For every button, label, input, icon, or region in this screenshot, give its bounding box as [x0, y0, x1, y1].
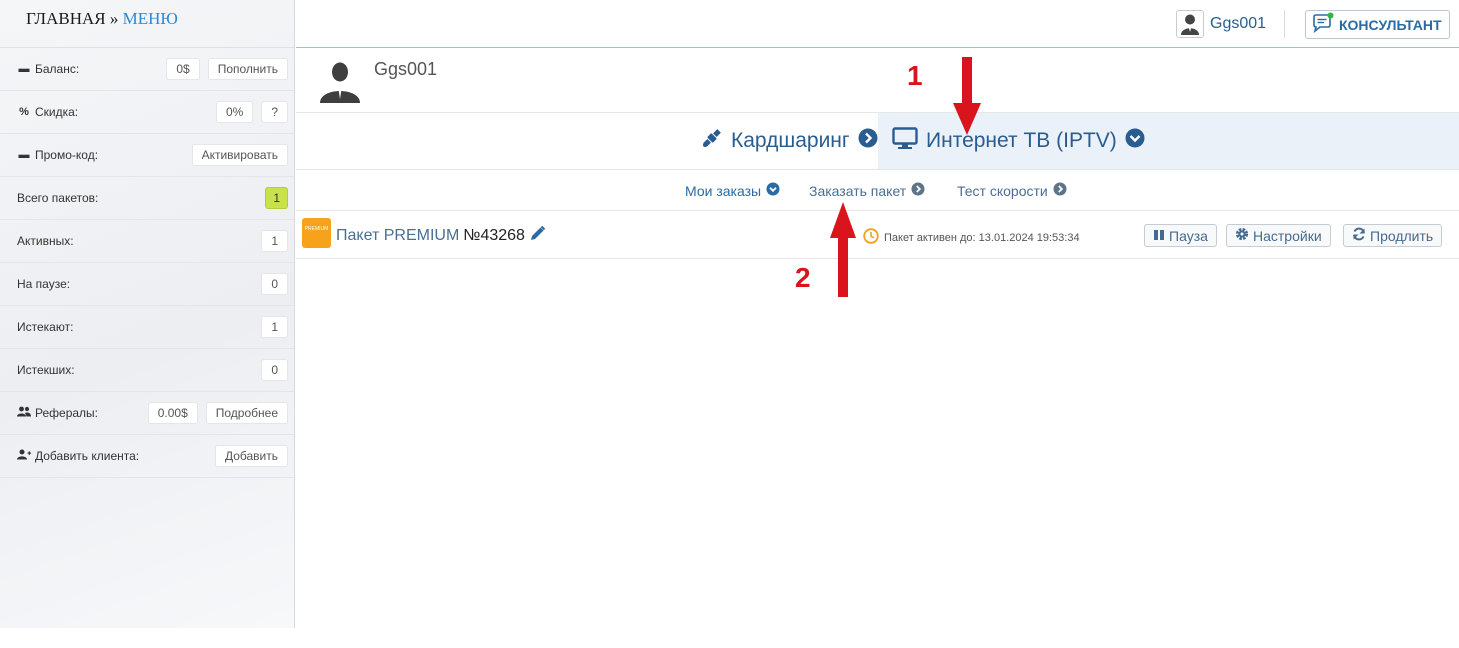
- package-status-text: Пакет активен до: 13.01.2024 19:53:34: [884, 231, 1080, 244]
- tab-speed-test[interactable]: Тест скорости: [957, 182, 1067, 199]
- tab-my-orders-label: Мои заказы: [685, 182, 762, 199]
- expiring-row: Истекают: 1: [0, 306, 294, 349]
- gear-icon: [1235, 227, 1249, 244]
- pencil-icon[interactable]: [529, 225, 546, 247]
- package-title: Пакет PREMIUM №43268: [336, 225, 546, 247]
- sidebar-header: ГЛАВНАЯ » МЕНЮ: [0, 0, 294, 48]
- chevron-right-circle-icon: [911, 182, 925, 199]
- discount-value: 0%: [215, 101, 254, 123]
- balance-label: Баланс:: [35, 62, 80, 76]
- extend-button[interactable]: Продлить: [1343, 224, 1443, 247]
- package-name: Пакет PREMIUM: [336, 227, 460, 244]
- user-menu[interactable]: Ggs001: [1176, 10, 1266, 38]
- tab-order-package-label: Заказать пакет: [809, 182, 907, 199]
- menu-link[interactable]: МЕНЮ: [123, 9, 178, 28]
- discount-label: Скидка:: [35, 105, 79, 119]
- annotation-arrow-down: [953, 57, 981, 135]
- tab-cardsharing[interactable]: Кардшаринг: [689, 113, 890, 169]
- clock-icon: [863, 228, 879, 247]
- referrals-row: Рефералы: 0.00$ Подробнее: [0, 392, 294, 435]
- total-packages-label: Всего пакетов:: [17, 191, 99, 205]
- add-client-row: Добавить клиента: Добавить: [0, 435, 294, 478]
- service-tabs: Кардшаринг Интернет ТВ (IPTV): [296, 113, 1459, 170]
- package-status: Пакет активен до: 13.01.2024 19:53:34: [863, 228, 1080, 247]
- username: Ggs001: [1210, 15, 1267, 32]
- user-avatar-icon: [1176, 10, 1204, 38]
- chevron-down-circle-icon: [1125, 128, 1145, 154]
- settings-button[interactable]: Настройки: [1226, 224, 1331, 247]
- package-number: №43268: [463, 227, 525, 244]
- consultant-button[interactable]: КОНСУЛЬТАНТ: [1305, 10, 1450, 39]
- discount-row: % Скидка: 0% ?: [0, 91, 294, 134]
- wallet-icon: ▬: [18, 63, 30, 75]
- active-label: Активных:: [17, 234, 74, 248]
- chevron-right-circle-icon: [1053, 182, 1067, 199]
- active-row: Активных: 1: [0, 220, 294, 263]
- package-row: PREMIUM Пакет PREMIUM №43268 Пакет актив…: [296, 211, 1459, 259]
- profile-avatar-icon: [318, 61, 362, 108]
- sub-tabs: Мои заказы Заказать пакет Тест скорости: [296, 170, 1459, 211]
- consultant-label: КОНСУЛЬТАНТ: [1339, 16, 1442, 33]
- paused-label: На паузе:: [17, 277, 71, 291]
- total-packages-badge: 1: [265, 187, 288, 209]
- home-link[interactable]: ГЛАВНАЯ »: [26, 9, 118, 28]
- profile-name: Ggs001: [374, 59, 438, 79]
- profile-header: Ggs001: [296, 48, 1459, 113]
- users-icon: [17, 406, 31, 420]
- divider: [1284, 10, 1285, 38]
- expiring-label: Истекают:: [17, 320, 74, 334]
- sidebar: ГЛАВНАЯ » МЕНЮ ▬ Баланс: 0$ Пополнить % Ск…: [0, 0, 295, 628]
- chevron-down-circle-icon: [766, 182, 780, 199]
- pause-icon: [1153, 228, 1165, 244]
- expired-row: Истекших: 0: [0, 349, 294, 392]
- premium-package-icon: PREMIUM: [302, 218, 331, 248]
- premium-package-icon-text: PREMIUM: [304, 226, 329, 232]
- extend-label: Продлить: [1370, 227, 1434, 244]
- pause-button[interactable]: Пауза: [1144, 224, 1217, 247]
- expiring-count: 1: [261, 316, 288, 338]
- refresh-icon: [1352, 227, 1366, 244]
- active-count: 1: [261, 230, 288, 252]
- expired-count: 0: [261, 359, 288, 381]
- promo-row: ▬ Промо-код: Активировать: [0, 134, 294, 177]
- annotation-number-2: 2: [795, 262, 811, 293]
- satellite-icon: [701, 127, 723, 155]
- expired-label: Истекших:: [17, 363, 75, 377]
- monitor-icon: [892, 127, 918, 155]
- pause-label: Пауза: [1169, 227, 1208, 244]
- referrals-value: 0.00$: [147, 402, 198, 424]
- annotation-arrow-up: [830, 202, 856, 297]
- activate-promo-button[interactable]: Активировать: [191, 144, 288, 166]
- percent-icon: %: [19, 106, 29, 118]
- referrals-label: Рефералы:: [35, 406, 99, 420]
- top-up-button[interactable]: Пополнить: [207, 58, 288, 80]
- balance-value: 0$: [166, 58, 200, 80]
- settings-label: Настройки: [1253, 227, 1322, 244]
- tab-order-package[interactable]: Заказать пакет: [809, 182, 925, 199]
- ticket-icon: ▬: [18, 149, 30, 161]
- promo-label: Промо-код:: [35, 148, 99, 162]
- add-client-button[interactable]: Добавить: [214, 445, 288, 467]
- add-client-label: Добавить клиента:: [35, 449, 140, 463]
- top-bar: Ggs001 КОНСУЛЬТАНТ: [296, 0, 1459, 48]
- annotation-number-1: 1: [907, 60, 923, 91]
- discount-help-button[interactable]: ?: [261, 101, 288, 123]
- balance-row: ▬ Баланс: 0$ Пополнить: [0, 48, 294, 91]
- total-packages-row: Всего пакетов: 1: [0, 177, 294, 220]
- tab-my-orders[interactable]: Мои заказы: [685, 182, 780, 199]
- tab-cardsharing-label: Кардшаринг: [731, 129, 850, 152]
- tab-speed-test-label: Тест скорости: [957, 182, 1048, 199]
- chevron-right-circle-icon: [858, 128, 878, 154]
- paused-count: 0: [261, 273, 288, 295]
- paused-row: На паузе: 0: [0, 263, 294, 306]
- chat-icon: [1311, 12, 1335, 37]
- user-plus-icon: [17, 449, 31, 463]
- referrals-details-button[interactable]: Подробнее: [205, 402, 288, 424]
